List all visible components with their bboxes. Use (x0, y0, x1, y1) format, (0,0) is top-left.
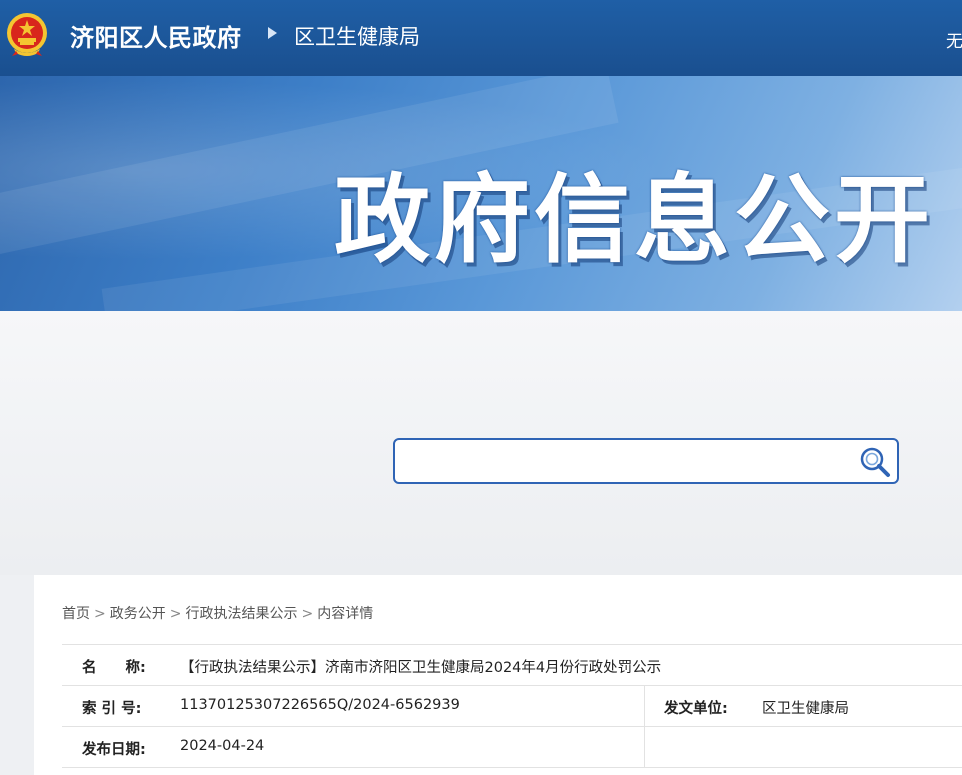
breadcrumb-separator: > (301, 606, 314, 622)
department-name-link[interactable]: 区卫生健康局 (294, 21, 420, 51)
info-row-index: 索 引 号: 11370125307226565Q/2024-6562939 发… (62, 686, 962, 727)
accessibility-link[interactable]: 无 (946, 27, 962, 52)
divider (644, 686, 645, 726)
issuer-value: 区卫生健康局 (762, 701, 849, 717)
name-label: 名 称: (82, 660, 146, 676)
index-value: 11370125307226565Q/2024-6562939 (180, 697, 460, 713)
index-label: 索 引 号: (82, 701, 142, 717)
issuer-label: 发文单位: (664, 701, 728, 717)
site-name-link[interactable]: 济阳区人民政府 (70, 18, 242, 53)
national-emblem-icon[interactable] (6, 11, 48, 57)
divider (644, 727, 645, 767)
breadcrumb-separator: > (94, 606, 106, 622)
arrow-right-icon (268, 27, 277, 39)
breadcrumb-gov-affairs[interactable]: 政务公开 (110, 606, 166, 622)
search-input[interactable] (393, 438, 899, 484)
breadcrumb-home[interactable]: 首页 (62, 606, 90, 622)
banner-title: 政府信息公开 (334, 164, 934, 276)
date-value: 2024-04-24 (180, 738, 265, 754)
breadcrumb-separator: > (169, 606, 182, 622)
breadcrumb-enforcement-results[interactable]: 行政执法结果公示 (185, 606, 297, 622)
breadcrumb: 首页 > 政务公开 > 行政执法结果公示 > 内容详情 (62, 603, 373, 623)
breadcrumb-current: 内容详情 (317, 606, 374, 622)
date-label: 发布日期: (82, 742, 146, 758)
name-value: 【行政执法结果公示】济南市济阳区卫生健康局2024年4月份行政处罚公示 (180, 660, 662, 676)
hero-banner: 政府信息公开 (0, 76, 962, 311)
info-row-name: 名 称: 【行政执法结果公示】济南市济阳区卫生健康局2024年4月份行政处罚公示 (62, 645, 962, 686)
search-section (0, 311, 962, 575)
document-info-table: 名 称: 【行政执法结果公示】济南市济阳区卫生健康局2024年4月份行政处罚公示… (62, 644, 962, 768)
info-row-date: 发布日期: 2024-04-24 (62, 727, 962, 768)
top-header: 济阳区人民政府 区卫生健康局 无 (0, 0, 962, 78)
content-panel: 首页 > 政务公开 > 行政执法结果公示 > 内容详情 名 称: 【行政执法结果公示】济南市… (34, 575, 962, 775)
search-icon[interactable] (857, 445, 893, 479)
